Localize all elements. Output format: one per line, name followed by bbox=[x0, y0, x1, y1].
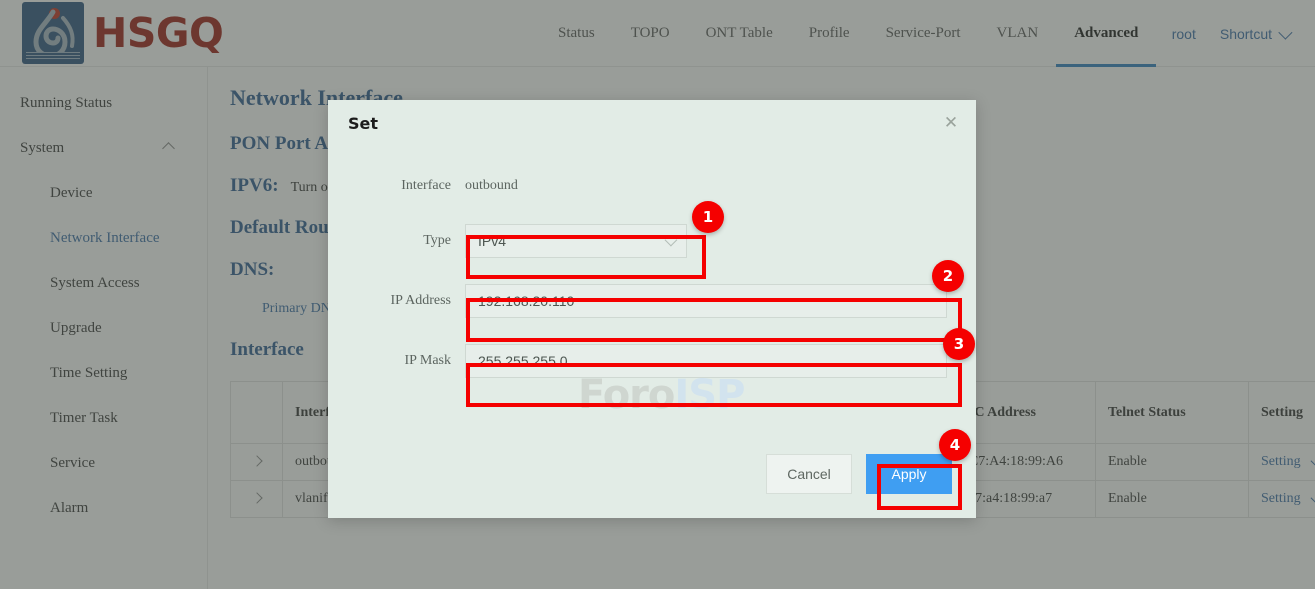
field-row-ip-address: IP Address 192.168.20.110 bbox=[328, 284, 976, 318]
annotation-badge-3: 3 bbox=[943, 328, 975, 360]
ip-mask-value: 255.255.255.0 bbox=[478, 353, 568, 369]
cancel-button[interactable]: Cancel bbox=[766, 454, 852, 494]
field-row-ip-mask: IP Mask 255.255.255.0 bbox=[328, 344, 976, 378]
annotation-badge-2: 2 bbox=[932, 260, 964, 292]
interface-label: Interface bbox=[328, 178, 465, 194]
ip-address-input[interactable]: 192.168.20.110 bbox=[465, 284, 947, 318]
ip-mask-control-wrap: 255.255.255.0 bbox=[465, 344, 947, 378]
dialog-form: Interface outbound Type IPv4 IP Address … bbox=[328, 176, 976, 404]
interface-value: outbound bbox=[465, 178, 518, 194]
type-select[interactable]: IPv4 bbox=[465, 224, 687, 258]
dialog-title: Set bbox=[348, 114, 378, 133]
close-icon[interactable]: ✕ bbox=[938, 110, 964, 136]
field-row-type: Type IPv4 bbox=[328, 224, 976, 258]
field-row-interface: Interface outbound bbox=[328, 176, 976, 196]
ip-address-label: IP Address bbox=[328, 293, 465, 309]
ip-mask-input[interactable]: 255.255.255.0 bbox=[465, 344, 947, 378]
annotation-badge-1: 1 bbox=[692, 201, 724, 233]
ip-address-control-wrap: 192.168.20.110 bbox=[465, 284, 947, 318]
apply-button[interactable]: Apply bbox=[866, 454, 952, 494]
ip-mask-label: IP Mask bbox=[328, 353, 465, 369]
annotation-badge-4: 4 bbox=[939, 429, 971, 461]
chevron-down-icon bbox=[665, 233, 678, 246]
type-label: Type bbox=[328, 233, 465, 249]
type-control-wrap: IPv4 bbox=[465, 224, 687, 258]
app-root: HSGQ Status TOPO ONT Table Profile Servi… bbox=[0, 0, 1315, 589]
ip-address-value: 192.168.20.110 bbox=[478, 293, 574, 309]
dialog-footer: Cancel Apply bbox=[766, 454, 952, 494]
type-selected-value: IPv4 bbox=[478, 233, 506, 249]
set-dialog: Set ✕ ForoISP Interface outbound Type IP… bbox=[328, 100, 976, 518]
